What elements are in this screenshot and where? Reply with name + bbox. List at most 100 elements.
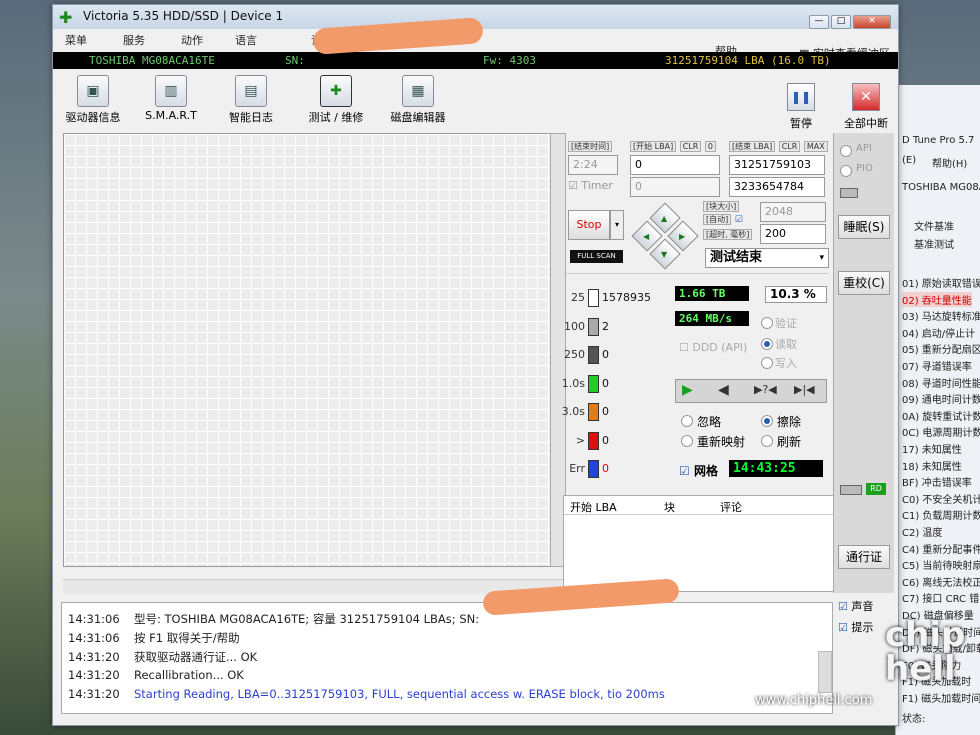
grid-label: 网格 [693,464,718,478]
bg-app-smart-item[interactable]: C1) 负载周期计数 [902,507,980,522]
menu-main[interactable]: 菜单 [65,32,87,48]
passport-button[interactable]: 通行证 [838,545,890,569]
percent-sign: % [803,287,816,301]
block-count: 0 [602,462,609,475]
end-lba-field[interactable]: 31251759103 [729,155,825,175]
pause-button[interactable]: ❚❚ 暂停 [781,83,821,131]
bg-app-smart-item[interactable]: 18) 未知属性 [902,458,962,473]
bg-app-smart-item[interactable]: C6) 离线无法校正 [902,574,980,589]
menu-service[interactable]: 服务 [123,32,145,48]
skip-icon[interactable]: ▶?◀ [754,383,777,396]
remap-radio[interactable] [681,435,693,447]
menu-action[interactable]: 动作 [181,32,203,48]
pio-radio[interactable] [840,165,852,177]
side-control-column: API PIO 睡眠(S) 重校(C) RD 通行证 [833,133,894,593]
bg-app-smart-item[interactable]: 08) 寻道时间性能 [902,375,980,390]
verify-radio[interactable] [761,317,773,329]
close-button[interactable]: ✕ [853,15,891,29]
timer-field[interactable]: 0 [630,177,720,197]
timer-checkbox[interactable]: ☑ Timer [568,179,613,192]
arrow-up-icon: ▲ [661,214,668,223]
bg-app-smart-item[interactable]: C7) 接口 CRC 错 [902,590,979,605]
bg-app-menu-help[interactable]: 帮助(H) [932,155,967,170]
block-size-field[interactable]: 2048 [760,202,826,222]
bg-app-smart-item[interactable]: 17) 未知属性 [902,441,962,456]
abort-all-button[interactable]: ✕ 全部中断 [841,83,891,131]
end-time-field[interactable]: 2:24 [568,155,618,175]
toolbar-smart-log[interactable]: ▤ 智能日志 [211,73,291,124]
maximize-button[interactable]: □ [831,15,851,29]
ddd-api-checkbox[interactable]: ☐ DDD (API) [679,341,747,354]
bg-app-smart-item[interactable]: 07) 寻道错误率 [902,358,972,373]
grid-checkbox[interactable]: ☑ 网格 [679,462,718,479]
bad-block-list[interactable]: 开始 LBA 块 评论 [563,495,835,592]
toolbar-disk-editor[interactable]: ▦ 磁盘编辑器 [378,73,458,124]
bg-app-tab-file-benchmark[interactable]: 文件基准 [914,218,954,233]
menu-language[interactable]: 语言 [235,32,257,48]
bg-app-drive-select[interactable]: TOSHIBA MG08ACA1 [902,182,980,193]
timeout-field[interactable]: 200 [760,224,826,244]
stop-button[interactable]: Stop [568,210,610,240]
col-block[interactable]: 块 [664,499,675,515]
hint-checkbox[interactable]: ☑ 提示 [838,619,873,635]
bg-app-smart-item[interactable]: 04) 启动/停止计 [902,325,975,340]
play-icon[interactable]: ▶ [682,382,693,398]
read-radio[interactable] [761,338,773,350]
bg-app-smart-item[interactable]: 02) 吞吐量性能 [902,291,972,307]
bg-app-smart-item[interactable]: C4) 重新分配事件 [902,541,980,556]
log-scrollbar[interactable] [818,651,832,693]
bg-app-tab-benchmark[interactable]: 基准测试 [914,236,954,251]
arrow-left-icon: ◀ [643,232,650,241]
log-message: Starting Reading, LBA=0..31251759103, FU… [134,687,665,701]
sound-checkbox[interactable]: ☑ 声音 [838,598,873,614]
auto-checkbox[interactable]: ☑ [735,215,743,225]
toolbar-test-repair[interactable]: ✚ 测试 / 维修 [296,73,376,124]
bg-app-smart-item[interactable]: C5) 当前待映射扇 [902,557,980,572]
col-start-lba[interactable]: 开始 LBA [570,499,617,515]
victoria-window: ✚ Victoria 5.35 HDD/SSD | Device 1 — □ ✕… [52,4,899,726]
bg-app-smart-item[interactable]: 01) 原始读取错误 [902,275,980,290]
end-action-select[interactable]: 测试结束 ▾ [705,248,829,268]
block-swatch [588,403,599,421]
write-radio[interactable] [761,357,773,369]
log-time: 14:31:20 [68,668,120,682]
bg-app-menu-e[interactable]: (E) [902,155,916,166]
toolbar-label: 驱动器信息 [65,111,121,124]
event-log[interactable]: 14:31:06 型号: TOSHIBA MG08ACA16TE; 容量 3125… [61,602,833,714]
smart-icon: ▥ [155,75,187,107]
api-label: API [856,143,872,154]
minimize-button[interactable]: — [809,15,829,29]
timeout-label: [超时, 毫秒] [703,227,753,240]
abort-icon: ✕ [852,83,880,111]
refresh-radio[interactable] [761,435,773,447]
toolbar-smart[interactable]: ▥ S.M.A.R.T [131,73,211,123]
col-comment[interactable]: 评论 [720,499,742,515]
abort-label: 全部中断 [844,117,888,130]
chevron-down-icon: ▾ [819,253,824,263]
log-entry: 14:31:06 按 F1 取得关于/帮助 [68,630,240,646]
toolbar-label: 磁盘编辑器 [390,111,446,124]
block-count: 0 [602,433,609,447]
bg-app-smart-item[interactable]: C2) 温度 [902,524,942,539]
recalibrate-button[interactable]: 重校(C) [838,271,890,295]
sleep-button[interactable]: 睡眠(S) [838,215,890,239]
bg-app-smart-item[interactable]: 09) 通电时间计数 [902,391,980,406]
bg-app-smart-item[interactable]: 0C) 电源周期计数 [902,424,980,439]
bg-app-smart-item[interactable]: 03) 马达旋转标准 [902,308,980,323]
toolbar-drive-info[interactable]: ▣ 驱动器信息 [53,73,133,124]
back-icon[interactable]: ◀ [718,382,729,398]
start-lba-field[interactable]: 0 [630,155,720,175]
api-radio[interactable] [840,145,852,157]
erase-radio[interactable] [761,415,773,427]
checkbox-checked-icon: ☑ [838,621,848,634]
bg-app-smart-item[interactable]: BF) 冲击错误率 [902,474,972,489]
to-end-icon[interactable]: ▶|◀ [794,383,815,396]
drive-capacity: 31251759104 LBA (16.0 TB) [665,54,831,67]
bg-app-smart-item[interactable]: 05) 重新分配扇区 [902,341,980,356]
stop-dropdown-arrow[interactable]: ▾ [610,210,624,240]
ignore-radio[interactable] [681,415,693,427]
bg-app-smart-item[interactable]: F1) 磁头加载时间 [902,690,980,705]
bg-app-smart-item[interactable]: C0) 不安全关机计 [902,491,980,506]
checkbox-checked-icon: ☑ [838,600,848,613]
bg-app-smart-item[interactable]: 0A) 旋转重试计数 [902,408,980,423]
